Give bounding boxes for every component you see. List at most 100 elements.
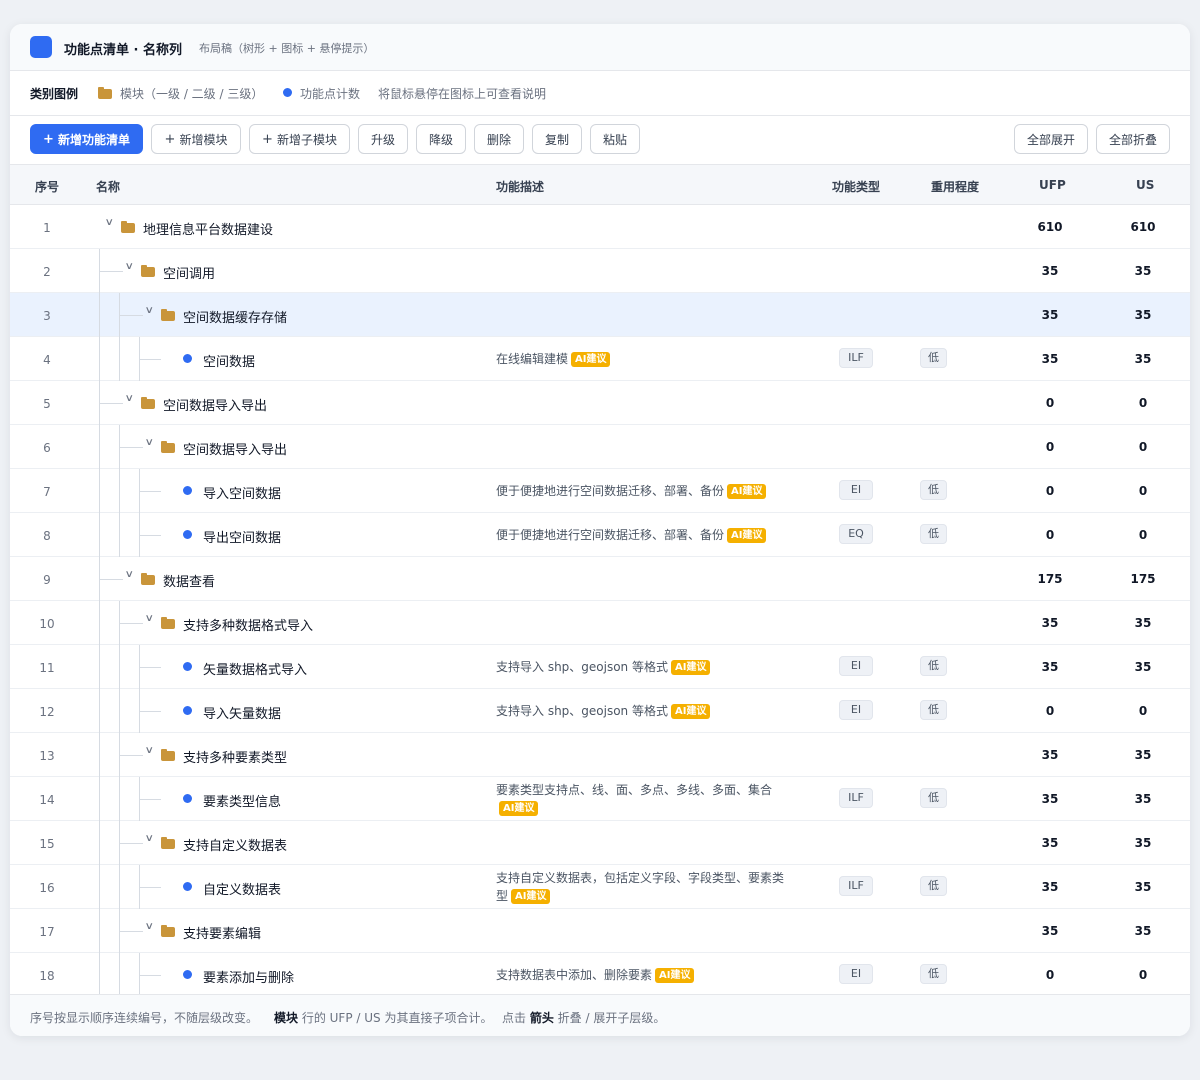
row-name[interactable]: 导入空间数据 — [203, 483, 281, 502]
upgrade-button[interactable]: 升级 — [358, 124, 408, 154]
ai-suggestion-badge[interactable]: AI建议 — [727, 528, 767, 543]
paste-button[interactable]: 粘贴 — [590, 124, 640, 154]
row-index: 9 — [43, 573, 51, 587]
row-name[interactable]: 支持多种数据格式导入 — [183, 615, 313, 634]
description-text: 便于便捷地进行空间数据迁移、部署、备份 — [496, 528, 725, 542]
chevron-down-icon[interactable]: ∨ — [105, 217, 118, 228]
tree-branch-line — [139, 887, 161, 888]
chevron-down-icon[interactable]: ∨ — [145, 613, 158, 624]
row-name[interactable]: 矢量数据格式导入 — [203, 659, 307, 678]
chevron-down-icon[interactable]: ∨ — [125, 393, 138, 404]
chevron-down-icon[interactable]: ∨ — [125, 569, 138, 580]
table-row[interactable]: 3 ∨ 空间数据缓存存储 35 35 — [10, 293, 1190, 337]
chevron-down-icon[interactable]: ∨ — [145, 833, 158, 844]
table-row[interactable]: 14 要素类型信息 要素类型支持点、线、面、多点、多线、多面、集合 AI建议 ILF 低 3… — [10, 777, 1190, 821]
tree-branch-line — [99, 403, 123, 404]
us-value: 0 — [1138, 528, 1148, 542]
table-body: 1 ∨ 地理信息平台数据建设 610 610 2 ∨ 空间调用 35 35 3 ∨ 空间数据缓存存储 35… — [10, 205, 1190, 997]
table-row[interactable]: 10 ∨ 支持多种数据格式导入 35 35 — [10, 601, 1190, 645]
ai-suggestion-badge[interactable]: AI建议 — [571, 352, 611, 367]
ai-suggestion-badge[interactable]: AI建议 — [655, 968, 695, 983]
table-row[interactable]: 15 ∨ 支持自定义数据表 35 35 — [10, 821, 1190, 865]
function-point-dot-icon — [183, 354, 192, 363]
table-row[interactable]: 12 导入矢量数据 支持导入 shp、geojson 等格式 AI建议 EI 低 0 0 — [10, 689, 1190, 733]
table-row[interactable]: 11 矢量数据格式导入 支持导入 shp、geojson 等格式 AI建议 EI 低 35 3… — [10, 645, 1190, 689]
table-row[interactable]: 9 ∨ 数据查看 175 175 — [10, 557, 1190, 601]
function-point-dot-icon — [183, 794, 192, 803]
chevron-down-icon[interactable]: ∨ — [125, 261, 138, 272]
row-name[interactable]: 空间数据导入导出 — [163, 395, 267, 414]
chevron-down-icon[interactable]: ∨ — [145, 745, 158, 756]
table-row[interactable]: 16 自定义数据表 支持自定义数据表，包括定义字段、字段类型、要素类型 AI建议 ILF… — [10, 865, 1190, 909]
legend-title: 类别图例 — [30, 87, 79, 101]
description-text: 要素类型支持点、线、面、多点、多线、多面、集合 — [496, 783, 773, 797]
ai-suggestion-badge[interactable]: AI建议 — [727, 484, 767, 499]
row-name[interactable]: 空间数据导入导出 — [183, 439, 287, 458]
collapse-all-button[interactable]: 全部折叠 — [1096, 124, 1170, 154]
chevron-down-icon[interactable]: ∨ — [145, 921, 158, 932]
function-type-tag: ILF — [839, 876, 873, 896]
legend-module-label: 模块（一级 / 二级 / 三级） — [120, 87, 264, 101]
add-module-button[interactable]: + 新增模块 — [151, 124, 241, 154]
table-row[interactable]: 6 ∨ 空间数据导入导出 0 0 — [10, 425, 1190, 469]
folder-icon — [161, 837, 175, 849]
legend-fp-label: 功能点计数 — [300, 87, 361, 101]
row-name[interactable]: 空间调用 — [163, 263, 215, 282]
table-row[interactable]: 4 空间数据 在线编辑建模 AI建议 ILF 低 35 35 — [10, 337, 1190, 381]
chevron-down-icon[interactable]: ∨ — [145, 305, 158, 316]
footer-note-2-bold: 模块 — [274, 1011, 299, 1025]
us-value: 0 — [1138, 704, 1148, 718]
row-name[interactable]: 支持要素编辑 — [183, 923, 261, 942]
table-row[interactable]: 13 ∨ 支持多种要素类型 35 35 — [10, 733, 1190, 777]
ai-suggestion-badge[interactable]: AI建议 — [670, 704, 711, 719]
row-name[interactable]: 要素添加与删除 — [203, 967, 294, 986]
chevron-down-icon[interactable]: ∨ — [145, 437, 158, 448]
footer-note-2: 模块 行的 UFP / US 为其直接子项合计。 — [274, 1009, 492, 1026]
footer-note-3-text: 折叠 / 展开子层级。 — [553, 1011, 666, 1025]
footer-note-3: 点击 箭头 折叠 / 展开子层级。 — [502, 1009, 665, 1026]
ai-suggestion-badge[interactable]: AI建议 — [499, 801, 539, 816]
row-name[interactable]: 数据查看 — [163, 571, 215, 590]
row-name[interactable]: 空间数据缓存存储 — [183, 307, 287, 326]
row-name[interactable]: 要素类型信息 — [203, 791, 281, 810]
ufp-value: 35 — [1041, 880, 1059, 894]
row-description: 支持导入 shp、geojson 等格式 AI建议 — [496, 702, 806, 720]
table-row[interactable]: 1 ∨ 地理信息平台数据建设 610 610 — [10, 205, 1190, 249]
ai-suggestion-badge[interactable]: AI建议 — [670, 660, 711, 675]
row-name[interactable]: 支持自定义数据表 — [183, 835, 287, 854]
table-row[interactable]: 5 ∨ 空间数据导入导出 0 0 — [10, 381, 1190, 425]
table-row[interactable]: 17 ∨ 支持要素编辑 35 35 — [10, 909, 1190, 953]
reuse-level-tag: 低 — [920, 876, 947, 896]
add-submodule-button[interactable]: + 新增子模块 — [249, 124, 350, 154]
row-description: 支持导入 shp、geojson 等格式 AI建议 — [496, 658, 806, 676]
expand-all-button[interactable]: 全部展开 — [1014, 124, 1088, 154]
row-name[interactable]: 导出空间数据 — [203, 527, 281, 546]
row-name[interactable]: 地理信息平台数据建设 — [143, 219, 273, 238]
tree-guide-line — [99, 733, 100, 777]
copy-button[interactable]: 复制 — [532, 124, 582, 154]
table-row[interactable]: 7 导入空间数据 便于便捷地进行空间数据迁移、部署、备份 AI建议 EI 低 0 0 — [10, 469, 1190, 513]
new-list-button[interactable]: + 新增功能清单 — [30, 124, 143, 154]
folder-icon — [161, 925, 175, 937]
row-name[interactable]: 导入矢量数据 — [203, 703, 281, 722]
table-row[interactable]: 18 要素添加与删除 支持数据表中添加、删除要素 AI建议 EI 低 0 0 — [10, 953, 1190, 997]
function-point-dot-icon — [283, 88, 292, 97]
ufp-value: 35 — [1041, 748, 1059, 762]
row-index: 17 — [39, 925, 55, 939]
row-name[interactable]: 支持多种要素类型 — [183, 747, 287, 766]
ai-suggestion-badge[interactable]: AI建议 — [511, 889, 551, 904]
function-point-dot-icon — [183, 970, 192, 979]
delete-button[interactable]: 删除 — [474, 124, 524, 154]
row-name[interactable]: 空间数据 — [203, 351, 255, 370]
ufp-value: 0 — [1045, 968, 1055, 982]
reuse-level-tag: 低 — [920, 964, 947, 984]
col-ufp: UFP — [1039, 178, 1066, 192]
function-point-dot-icon — [183, 706, 192, 715]
table-row[interactable]: 2 ∨ 空间调用 35 35 — [10, 249, 1190, 293]
row-index: 18 — [39, 969, 55, 983]
row-name[interactable]: 自定义数据表 — [203, 879, 281, 898]
tree-guide-line — [99, 865, 100, 909]
downgrade-button[interactable]: 降级 — [416, 124, 466, 154]
table-row[interactable]: 8 导出空间数据 便于便捷地进行空间数据迁移、部署、备份 AI建议 EQ 低 0 0 — [10, 513, 1190, 557]
tree-guide-line — [99, 689, 100, 733]
